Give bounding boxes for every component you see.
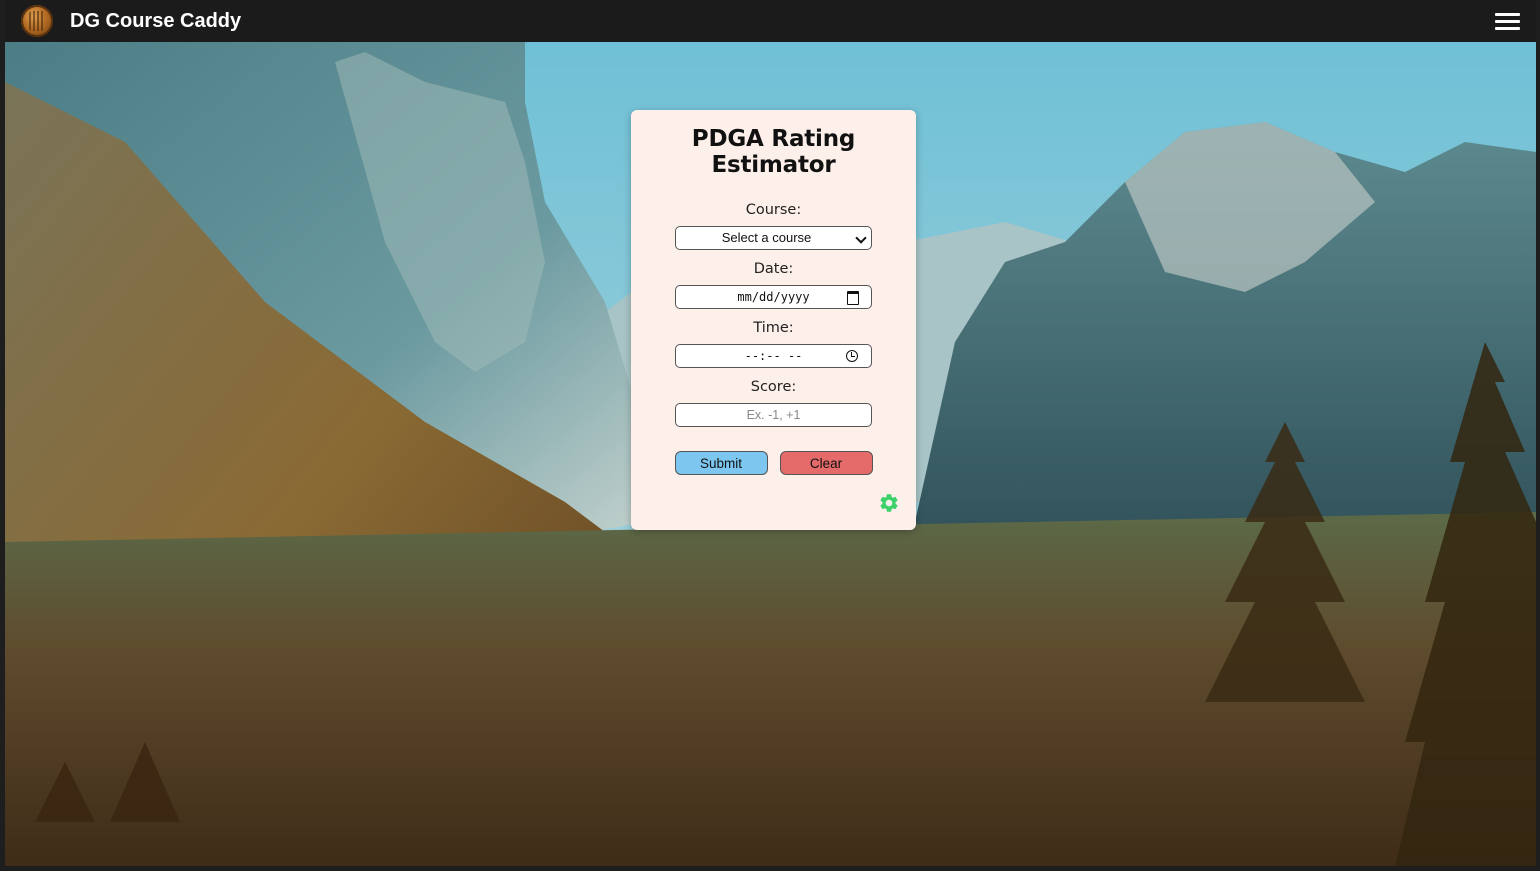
date-input[interactable]: mm/dd/yyyy [675,285,872,309]
browser-window: DG Course Caddy PDGA Rating Estimator Co… [0,0,1540,871]
time-input[interactable]: --:-- -- [675,344,872,368]
score-input[interactable] [675,403,872,427]
disc-golf-logo-icon[interactable] [21,5,53,37]
course-select[interactable]: Select a course [675,226,872,250]
date-label: Date: [753,261,794,277]
chevron-down-icon [855,232,867,244]
score-label: Score: [750,379,797,395]
clear-button[interactable]: Clear [779,451,873,475]
course-select-value: Select a course [721,230,812,245]
top-navbar: DG Course Caddy [5,0,1536,42]
date-input-value: mm/dd/yyyy [737,290,810,304]
calendar-icon[interactable] [847,291,859,305]
clock-icon[interactable] [846,350,858,362]
brand-title[interactable]: DG Course Caddy [70,10,241,33]
gear-icon[interactable] [878,492,900,514]
hamburger-menu-icon[interactable] [1495,13,1520,30]
course-label: Course: [745,202,802,218]
submit-button[interactable]: Submit [674,451,768,475]
time-label: Time: [753,320,794,336]
rating-estimator-card: PDGA Rating Estimator Course: Select a c… [631,110,916,530]
form-actions: Submit Clear [631,451,916,475]
page-title: PDGA Rating Estimator [691,126,856,178]
time-input-value: --:-- -- [744,349,803,363]
